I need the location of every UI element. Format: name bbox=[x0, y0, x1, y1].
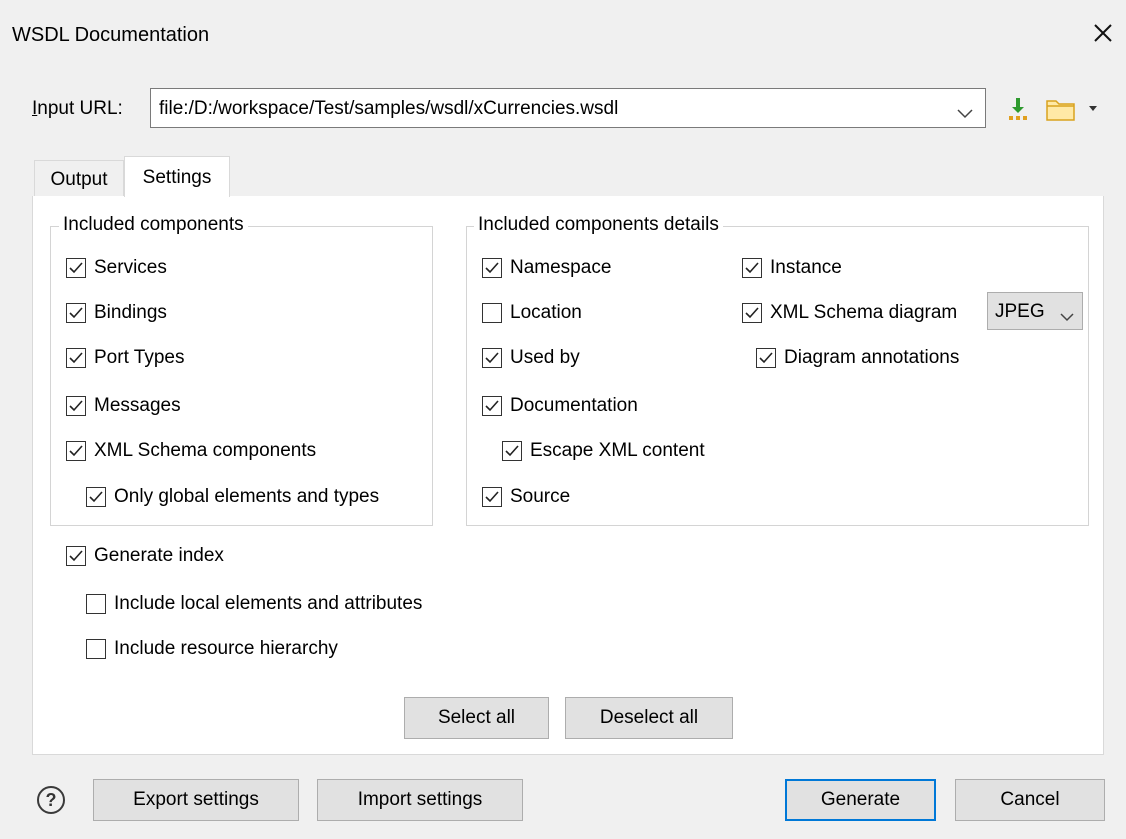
import-settings-button[interactable]: Import settings bbox=[317, 779, 523, 821]
deselect-all-button[interactable]: Deselect all bbox=[565, 697, 733, 739]
checkbox-used-by[interactable]: Used by bbox=[482, 347, 580, 369]
tab-output[interactable]: Output bbox=[34, 160, 124, 197]
input-url-label: Input URL: bbox=[32, 98, 123, 119]
checkbox-messages[interactable]: Messages bbox=[66, 395, 181, 417]
dialog-title: WSDL Documentation bbox=[12, 24, 210, 46]
checkbox-xml-schema-components[interactable]: XML Schema components bbox=[66, 440, 316, 462]
generate-button[interactable]: Generate bbox=[785, 779, 936, 821]
checkbox-port-types[interactable]: Port Types bbox=[66, 347, 184, 369]
checkbox-services[interactable]: Services bbox=[66, 257, 167, 279]
folder-icon bbox=[1046, 100, 1075, 121]
checkbox-escape-xml-content[interactable]: Escape XML content bbox=[502, 440, 705, 462]
browse-folder-button[interactable] bbox=[1044, 94, 1104, 124]
input-url-value: file:/D:/workspace/Test/samples/wsdl/xCu… bbox=[159, 98, 619, 119]
tab-settings[interactable]: Settings bbox=[124, 156, 230, 197]
select-all-button[interactable]: Select all bbox=[404, 697, 549, 739]
help-button[interactable]: ? bbox=[37, 786, 65, 814]
checkbox-include-local-elements[interactable]: Include local elements and attributes bbox=[86, 593, 422, 615]
download-icon[interactable] bbox=[1003, 94, 1033, 124]
checkbox-source[interactable]: Source bbox=[482, 486, 570, 508]
checkbox-generate-index[interactable]: Generate index bbox=[66, 545, 224, 567]
checkbox-bindings[interactable]: Bindings bbox=[66, 302, 167, 324]
checkbox-only-global-elements[interactable]: Only global elements and types bbox=[86, 486, 379, 508]
chevron-down-icon bbox=[1060, 306, 1074, 328]
included-details-legend: Included components details bbox=[474, 214, 723, 236]
diagram-format-select[interactable]: JPEG bbox=[987, 292, 1083, 330]
checkbox-location[interactable]: Location bbox=[482, 302, 582, 324]
close-icon bbox=[1094, 24, 1112, 42]
export-settings-button[interactable]: Export settings bbox=[93, 779, 299, 821]
chevron-down-icon bbox=[957, 103, 973, 125]
checkbox-namespace[interactable]: Namespace bbox=[482, 257, 611, 279]
checkbox-instance[interactable]: Instance bbox=[742, 257, 842, 279]
cancel-button[interactable]: Cancel bbox=[955, 779, 1105, 821]
checkbox-include-resource-hierarchy[interactable]: Include resource hierarchy bbox=[86, 638, 338, 660]
checkbox-documentation[interactable]: Documentation bbox=[482, 395, 638, 417]
checkbox-xml-schema-diagram[interactable]: XML Schema diagram bbox=[742, 302, 957, 324]
close-button[interactable] bbox=[1090, 20, 1116, 46]
included-components-legend: Included components bbox=[59, 214, 248, 236]
dropdown-arrow-icon bbox=[1089, 106, 1097, 111]
input-url-combo[interactable]: file:/D:/workspace/Test/samples/wsdl/xCu… bbox=[150, 88, 986, 128]
checkbox-diagram-annotations[interactable]: Diagram annotations bbox=[756, 347, 959, 369]
